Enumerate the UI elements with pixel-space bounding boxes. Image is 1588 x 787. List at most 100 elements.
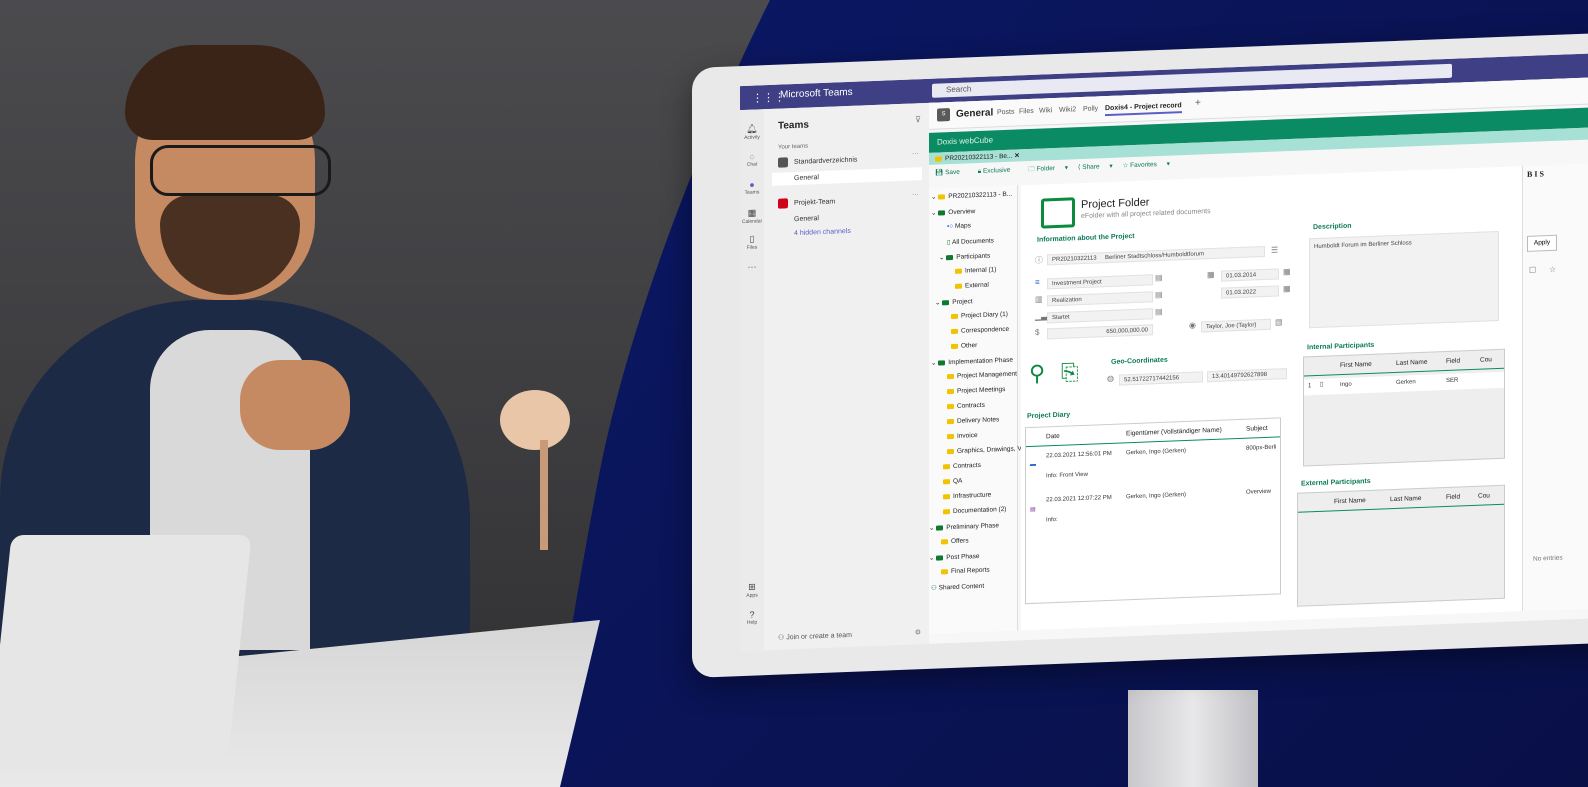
tree-contracts-2[interactable]: Contracts: [943, 462, 981, 470]
filter-icon[interactable]: ⊽: [915, 115, 921, 124]
diary-row-subject[interactable]: Overview: [1246, 489, 1271, 496]
tree-delivery-notes[interactable]: Delivery Notes: [947, 416, 999, 425]
tree-preliminary-phase[interactable]: ⌄ Preliminary Phase: [929, 521, 999, 532]
tree-participants[interactable]: ⌄ Participants: [939, 252, 990, 262]
tree-root[interactable]: ⌄ PR20210322113 - B...: [931, 190, 1012, 201]
project-type-field[interactable]: Investment Project: [1047, 274, 1153, 290]
tree-documentation[interactable]: Documentation (2): [943, 506, 1006, 515]
description-field[interactable]: Humboldt Forum im Berliner Schloss: [1309, 230, 1499, 329]
tab-posts[interactable]: Posts: [997, 109, 1015, 117]
team-options-icon[interactable]: ···: [912, 191, 919, 198]
diary-col-subject[interactable]: Subject: [1246, 425, 1268, 433]
tab-polly[interactable]: Polly: [1083, 105, 1098, 113]
tab-wiki[interactable]: Wiki: [1039, 107, 1052, 115]
picker-icon[interactable]: ▤: [1155, 290, 1163, 299]
rail-files[interactable]: ▯ Files: [740, 233, 764, 251]
rail-more[interactable]: ···: [740, 261, 764, 272]
format-buttons[interactable]: B I S: [1527, 169, 1544, 179]
tree-project[interactable]: ⌄ Project: [935, 297, 973, 306]
share-button[interactable]: ⟨ Share ▾: [1078, 163, 1113, 171]
picker-icon[interactable]: ▤: [1155, 273, 1163, 282]
exclusive-button[interactable]: 🔒︎ Exclusive: [978, 166, 1019, 175]
rail-chat[interactable]: ◌ Chat: [740, 151, 764, 168]
apply-button[interactable]: Apply: [1527, 234, 1557, 252]
col-field[interactable]: Field: [1446, 357, 1460, 365]
tree-maps[interactable]: •○ Maps: [947, 222, 971, 230]
diary-row-owner[interactable]: Gerken, Ingo (Gerken): [1126, 448, 1186, 456]
tree-external[interactable]: External: [955, 282, 989, 290]
status-field[interactable]: Startet: [1047, 308, 1153, 324]
tree-post-phase[interactable]: ⌄ Post Phase: [929, 552, 980, 562]
tab-doxis-project-record[interactable]: Doxis4 - Project record: [1105, 102, 1182, 117]
diary-row-owner[interactable]: Gerken, Ingo (Gerken): [1126, 492, 1186, 500]
diary-row-subject[interactable]: 800px-Berli: [1246, 445, 1276, 452]
user-search-icon[interactable]: ⚲: [1029, 360, 1045, 387]
list-icon[interactable]: ☰: [1271, 245, 1278, 254]
save-button[interactable]: 💾︎ Save: [935, 168, 968, 177]
calendar-picker-icon[interactable]: ▦: [1283, 284, 1291, 293]
close-icon[interactable]: ✕: [1014, 152, 1019, 159]
rail-help[interactable]: ? Help: [740, 609, 764, 626]
hidden-channels-link[interactable]: 4 hidden channels: [794, 228, 851, 237]
start-date-field[interactable]: 01.03.2014: [1221, 268, 1279, 282]
calendar-picker-icon[interactable]: ▦: [1283, 267, 1291, 276]
latitude-field[interactable]: 52.51722717442156: [1119, 371, 1203, 386]
tree-offers[interactable]: Offers: [941, 537, 969, 545]
tree-infrastructure[interactable]: Infrastructure: [943, 492, 991, 501]
team-options-icon[interactable]: ···: [912, 150, 919, 157]
tree-overview[interactable]: ⌄ Overview: [931, 207, 975, 217]
diary-row-date[interactable]: 22.03.2021 12:56:01 PM: [1046, 451, 1112, 460]
col-last-name[interactable]: Last Name: [1390, 495, 1421, 503]
favorites-button[interactable]: ☆ Favorites ▾: [1122, 161, 1169, 170]
comment-icon[interactable]: ☐: [1529, 266, 1536, 275]
tree-other[interactable]: Other: [951, 342, 977, 350]
col-country[interactable]: Cou: [1478, 492, 1490, 499]
tree-final-reports[interactable]: Final Reports: [941, 567, 990, 576]
tab-wiki2[interactable]: Wiki2: [1059, 106, 1076, 114]
folder-button[interactable]: 🗀 Folder ▾: [1028, 165, 1068, 174]
channel-general-2[interactable]: General: [794, 215, 819, 223]
diary-col-date[interactable]: Date: [1046, 433, 1060, 441]
tree-correspondence[interactable]: Correspondence: [951, 326, 1009, 335]
project-id-field[interactable]: PR20210322113 Berliner Stadtschloss/Humb…: [1047, 245, 1265, 266]
col-field[interactable]: Field: [1446, 493, 1460, 501]
add-document-icon[interactable]: ⎘: [1061, 359, 1079, 386]
picker-icon[interactable]: ▤: [1155, 307, 1163, 316]
col-last-name[interactable]: Last Name: [1396, 359, 1427, 367]
diary-col-owner[interactable]: Eigentümer (Vollständiger Name): [1126, 427, 1222, 438]
tree-project-meetings[interactable]: Project Meetings: [947, 386, 1005, 395]
end-date-field[interactable]: 01.03.2022: [1221, 285, 1279, 299]
channel-general-1[interactable]: General: [772, 167, 922, 186]
team-projekt-team[interactable]: Projekt-Team: [778, 196, 835, 209]
picker-icon[interactable]: ▤: [1275, 317, 1283, 326]
settings-icon[interactable]: ⚙: [915, 628, 921, 636]
tree-qa[interactable]: QA: [943, 478, 962, 486]
rail-calendar[interactable]: ▦ Calendar: [740, 207, 764, 226]
tree-implementation-phase[interactable]: ⌄ Implementation Phase: [931, 356, 1013, 367]
tree-project-diary[interactable]: Project Diary (1): [951, 311, 1008, 320]
tree-contracts[interactable]: Contracts: [947, 402, 985, 410]
amount-field[interactable]: 650,000,000.00: [1047, 324, 1153, 340]
col-first-name[interactable]: First Name: [1334, 497, 1366, 505]
diary-row-date[interactable]: 22.03.2021 12:07:22 PM: [1046, 495, 1112, 504]
tree-shared-content[interactable]: ⚇ Shared Content: [931, 582, 984, 592]
col-country[interactable]: Cou: [1480, 356, 1492, 363]
table-row[interactable]: 1 ▯ Ingo Gerken SER: [1304, 371, 1504, 396]
join-team-button[interactable]: ⚇ Join or create a team: [778, 631, 852, 642]
owner-field[interactable]: Taylor, Joe (Taylor): [1201, 318, 1271, 333]
tree-graphics[interactable]: Graphics, Drawings, Vid: [947, 445, 1027, 455]
rail-activity[interactable]: 🔔︎ Activity: [740, 123, 764, 141]
longitude-field[interactable]: 13.40149792627898: [1207, 368, 1287, 383]
tab-files[interactable]: Files: [1019, 108, 1034, 116]
star-icon[interactable]: ☆: [1549, 265, 1556, 274]
tree-all-documents[interactable]: ▯ All Documents: [947, 236, 994, 246]
col-first-name[interactable]: First Name: [1340, 361, 1372, 369]
tree-project-management[interactable]: Project Management: [947, 371, 1017, 381]
phase-field[interactable]: Realization: [1047, 291, 1153, 307]
rail-apps[interactable]: ⊞ Apps: [740, 581, 764, 599]
tree-invoice[interactable]: Invoice: [947, 432, 978, 440]
team-standardverzeichnis[interactable]: Standardverzeichnis: [778, 155, 857, 168]
add-tab-icon[interactable]: +: [1195, 97, 1201, 108]
tree-internal[interactable]: Internal (1): [955, 266, 996, 275]
rail-teams[interactable]: ● Teams: [740, 179, 764, 196]
